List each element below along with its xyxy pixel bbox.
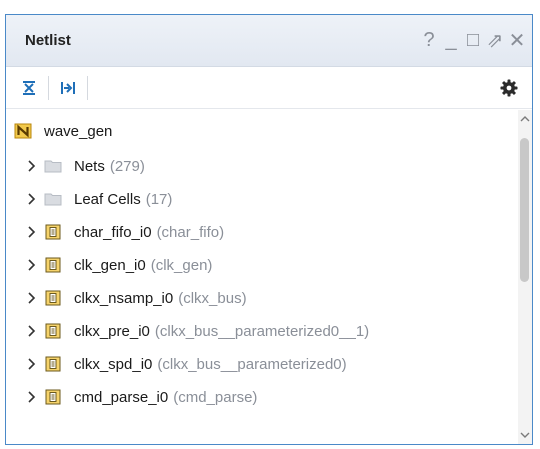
collapse-all-icon (23, 80, 35, 95)
tree-root-label: wave_gen (44, 122, 113, 140)
folder-icon (44, 157, 62, 175)
tree-item-cell[interactable]: cmd_parse_i0 (cmd_parse) (24, 381, 257, 413)
tree-item-name: clkx_nsamp_i0 (74, 289, 174, 307)
toolbar-separator (87, 75, 88, 100)
tree-item-count: (17) (145, 190, 173, 208)
scrollbar-thumb[interactable] (520, 138, 529, 282)
tree-item-cell[interactable]: clkx_nsamp_i0 (clkx_bus) (24, 282, 247, 314)
netlist-panel: Netlist ? _ □ ⇗ ✕ wave_gen Nets (279) Le… (5, 14, 533, 445)
tree-item-leaf-cells[interactable]: Leaf Cells (17) (24, 183, 172, 215)
chevron-right-icon[interactable] (24, 158, 40, 174)
chevron-right-icon[interactable] (24, 224, 40, 240)
cell-instance-icon (44, 355, 62, 373)
chevron-right-icon[interactable] (24, 389, 40, 405)
tree-item-name: clkx_spd_i0 (74, 355, 153, 373)
chevron-right-icon[interactable] (24, 290, 40, 306)
tree-item-nets[interactable]: Nets (279) (24, 150, 145, 182)
tree-item-count: (279) (109, 157, 145, 175)
chevron-right-icon[interactable] (24, 257, 40, 273)
float-icon[interactable]: ⇗ (484, 27, 506, 53)
cell-instance-icon (44, 322, 62, 340)
help-icon[interactable]: ? (418, 27, 440, 53)
close-icon[interactable]: ✕ (506, 27, 528, 53)
expand-all-button[interactable] (53, 73, 83, 103)
chevron-right-icon[interactable] (24, 323, 40, 339)
panel-title: Netlist (25, 32, 71, 49)
tree-item-cell[interactable]: clkx_spd_i0 (clkx_bus__parameterized0) (24, 348, 347, 380)
maximize-icon[interactable]: □ (462, 27, 484, 53)
expand-all-icon (61, 81, 75, 94)
folder-icon (44, 190, 62, 208)
tree-item-name: char_fifo_i0 (74, 223, 152, 241)
chevron-right-icon[interactable] (24, 191, 40, 207)
tree-item-module: (clkx_bus__parameterized0) (157, 355, 347, 373)
netlist-tree: wave_gen Nets (279) Leaf Cells (17) char… (6, 110, 518, 444)
window-controls: ? _ □ ⇗ ✕ (418, 27, 528, 53)
scroll-down-icon[interactable] (518, 428, 532, 442)
netlist-n-icon (14, 122, 32, 140)
cell-instance-icon (44, 256, 62, 274)
tree-item-cell[interactable]: clk_gen_i0 (clk_gen) (24, 249, 212, 281)
panel-titlebar: Netlist ? _ □ ⇗ ✕ (6, 15, 532, 67)
tree-item-module: (clkx_bus) (178, 289, 247, 307)
tree-item-cell[interactable]: char_fifo_i0 (char_fifo) (24, 216, 224, 248)
tree-item-module: (clk_gen) (150, 256, 213, 274)
tree-item-module: (char_fifo) (156, 223, 225, 241)
panel-toolbar (6, 67, 532, 109)
cell-instance-icon (44, 223, 62, 241)
toolbar-separator (48, 75, 49, 100)
tree-item-name: Leaf Cells (74, 190, 141, 208)
settings-button[interactable] (496, 74, 522, 102)
gear-icon (500, 79, 518, 97)
vertical-scrollbar[interactable] (518, 110, 532, 444)
tree-item-name: cmd_parse_i0 (74, 388, 169, 406)
chevron-right-icon[interactable] (24, 356, 40, 372)
tree-item-cell[interactable]: clkx_pre_i0 (clkx_bus__parameterized0__1… (24, 315, 369, 347)
tree-root-row[interactable]: wave_gen (14, 115, 112, 147)
cell-instance-icon (44, 289, 62, 307)
scroll-up-icon[interactable] (518, 112, 532, 126)
minimize-icon[interactable]: _ (440, 27, 462, 53)
tree-item-module: (cmd_parse) (173, 388, 258, 406)
tree-item-name: Nets (74, 157, 105, 175)
collapse-all-button[interactable] (14, 73, 44, 103)
tree-item-name: clk_gen_i0 (74, 256, 146, 274)
cell-instance-icon (44, 388, 62, 406)
tree-item-name: clkx_pre_i0 (74, 322, 150, 340)
tree-item-module: (clkx_bus__parameterized0__1) (154, 322, 370, 340)
